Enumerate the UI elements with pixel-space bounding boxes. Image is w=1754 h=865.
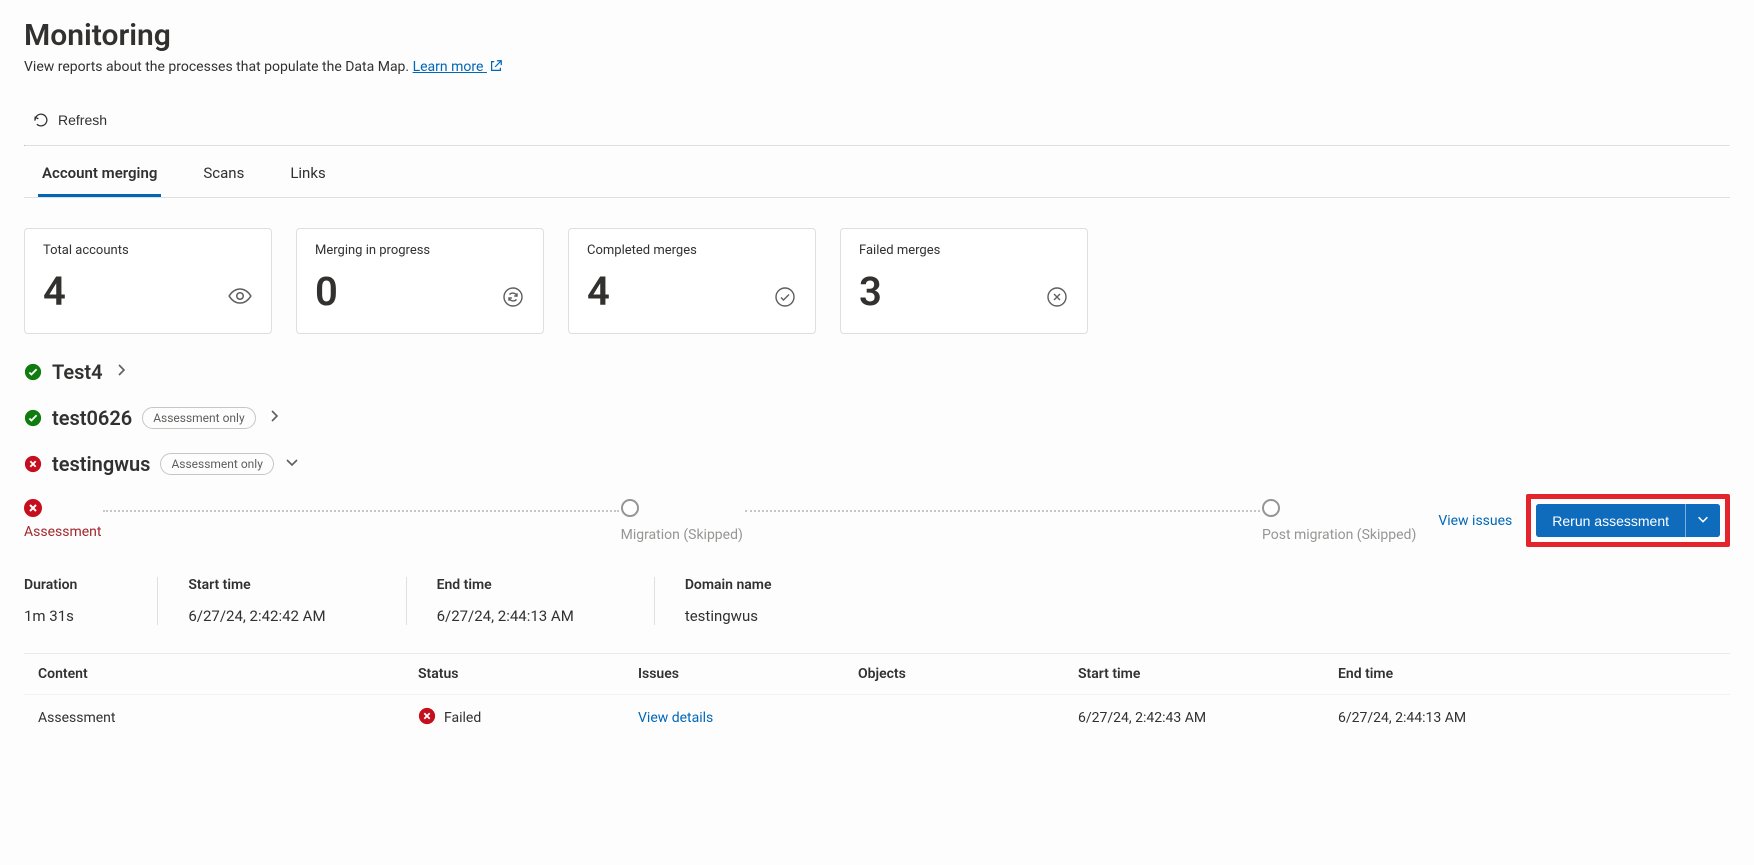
card-completed-merges[interactable]: Completed merges 4 — [568, 228, 816, 334]
meta-value: 6/27/24, 2:42:42 AM — [188, 607, 325, 625]
account-name: test0626 — [52, 406, 132, 430]
tab-account-merging[interactable]: Account merging — [38, 156, 161, 197]
refresh-label: Refresh — [58, 112, 107, 128]
col-start-time: Start time — [1078, 666, 1338, 682]
cell-status: Failed — [418, 707, 638, 729]
account-expanded-panel: Assessment Migration (Skipped) Post migr… — [24, 494, 1730, 741]
account-row-test0626[interactable]: test0626 Assessment only — [24, 406, 1730, 430]
tab-scans[interactable]: Scans — [199, 156, 248, 197]
check-circle-icon — [773, 285, 797, 313]
col-issues: Issues — [638, 666, 858, 682]
page-description: View reports about the processes that po… — [24, 59, 1730, 77]
assessment-only-pill: Assessment only — [142, 407, 255, 429]
stage-migration: Migration (Skipped) — [621, 499, 743, 543]
card-merging-progress[interactable]: Merging in progress 0 — [296, 228, 544, 334]
tab-links[interactable]: Links — [286, 156, 329, 197]
card-value: 3 — [859, 268, 1069, 315]
assessment-only-pill: Assessment only — [160, 453, 273, 475]
stage-label: Assessment — [24, 524, 101, 540]
card-value: 0 — [315, 268, 525, 315]
chevron-down-icon — [1696, 513, 1710, 529]
view-details-link[interactable]: View details — [638, 710, 713, 726]
card-value: 4 — [587, 268, 797, 315]
external-link-icon — [489, 59, 503, 77]
learn-more-link[interactable]: Learn more — [413, 59, 503, 75]
success-icon — [24, 363, 42, 381]
stage-bridge — [103, 510, 618, 512]
cell-issues: View details — [638, 710, 858, 726]
cell-content: Assessment — [38, 710, 418, 726]
rerun-assessment-button[interactable]: Rerun assessment — [1536, 504, 1685, 537]
meta-value: 1m 31s — [24, 607, 77, 625]
meta-end-time: End time 6/27/24, 2:44:13 AM — [406, 577, 654, 625]
stage-label: Post migration (Skipped) — [1262, 527, 1416, 543]
eye-icon — [227, 283, 253, 313]
stage-fail-icon — [24, 499, 42, 517]
stage-post-migration: Post migration (Skipped) — [1262, 499, 1416, 543]
col-end-time: End time — [1338, 666, 1716, 682]
cell-end: 6/27/24, 2:44:13 AM — [1338, 710, 1716, 726]
sync-icon — [501, 285, 525, 313]
stage-label: Migration (Skipped) — [621, 527, 743, 543]
col-status: Status — [418, 666, 638, 682]
refresh-button[interactable]: Refresh — [24, 105, 115, 135]
chevron-down-icon — [284, 454, 300, 474]
meta-key: Domain name — [685, 577, 772, 593]
table-row: Assessment Failed View details 6/27/24, … — [24, 695, 1730, 741]
card-label: Completed merges — [587, 243, 797, 258]
learn-more-label: Learn more — [413, 59, 484, 75]
col-objects: Objects — [858, 666, 1078, 682]
table-header-row: Content Status Issues Objects Start time… — [24, 654, 1730, 695]
tabs: Account merging Scans Links — [24, 146, 1730, 198]
cell-start: 6/27/24, 2:42:43 AM — [1078, 710, 1338, 726]
success-icon — [24, 409, 42, 427]
error-icon — [24, 455, 42, 473]
page-description-text: View reports about the processes that po… — [24, 59, 413, 75]
meta-duration: Duration 1m 31s — [24, 577, 157, 625]
view-issues-link[interactable]: View issues — [1438, 513, 1512, 529]
page-title: Monitoring — [24, 18, 1730, 53]
account-row-test4[interactable]: Test4 — [24, 360, 1730, 384]
card-value: 4 — [43, 268, 253, 315]
card-total-accounts[interactable]: Total accounts 4 — [24, 228, 272, 334]
assessment-table: Content Status Issues Objects Start time… — [24, 653, 1730, 741]
meta-domain-name: Domain name testingwus — [654, 577, 852, 625]
meta-value: 6/27/24, 2:44:13 AM — [437, 607, 574, 625]
card-failed-merges[interactable]: Failed merges 3 — [840, 228, 1088, 334]
meta-key: End time — [437, 577, 574, 593]
rerun-assessment-menu-button[interactable] — [1686, 504, 1720, 537]
meta-key: Start time — [188, 577, 325, 593]
card-label: Failed merges — [859, 243, 1069, 258]
account-row-testingwus[interactable]: testingwus Assessment only — [24, 452, 1730, 476]
card-label: Merging in progress — [315, 243, 525, 258]
meta-start-time: Start time 6/27/24, 2:42:42 AM — [157, 577, 405, 625]
chevron-right-icon — [266, 408, 282, 428]
rerun-highlight: Rerun assessment — [1526, 494, 1730, 547]
cell-status-text: Failed — [444, 710, 481, 726]
refresh-icon — [32, 111, 50, 129]
account-name: Test4 — [52, 360, 103, 384]
account-name: testingwus — [52, 452, 150, 476]
meta-key: Duration — [24, 577, 77, 593]
stage-bridge — [745, 510, 1260, 512]
x-circle-icon — [1045, 285, 1069, 313]
col-content: Content — [38, 666, 418, 682]
error-icon — [418, 707, 436, 729]
meta-value: testingwus — [685, 607, 772, 625]
stage-idle-icon — [1262, 499, 1280, 517]
chevron-right-icon — [113, 362, 129, 382]
stage-assessment: Assessment — [24, 499, 101, 543]
card-label: Total accounts — [43, 243, 253, 258]
stage-idle-icon — [621, 499, 639, 517]
